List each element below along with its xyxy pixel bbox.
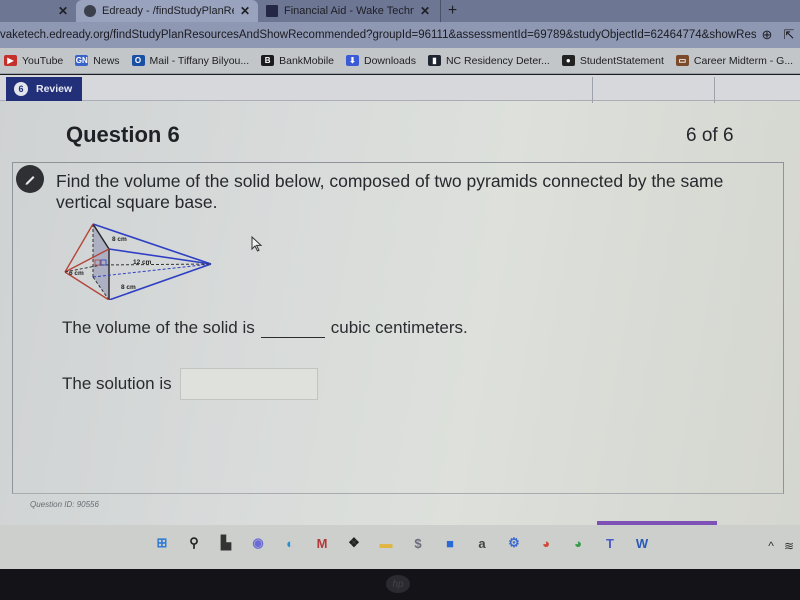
right-pyramid-edges — [92, 223, 212, 300]
bookmark-item[interactable]: GN News — [75, 54, 120, 67]
small-app-icon[interactable]: a — [472, 533, 492, 553]
word-icon[interactable]: W — [632, 533, 652, 553]
system-tray: ^ ≋ — [768, 539, 794, 553]
label-side: 8 cm — [112, 236, 127, 243]
zoom-icon[interactable]: ⊕ — [756, 27, 778, 43]
question-prompt: Find the volume of the solid below, comp… — [56, 171, 724, 212]
question-title: Question 6 — [66, 122, 180, 147]
review-button[interactable]: 6 Review — [6, 77, 82, 101]
bookmark-item[interactable]: O Mail - Tiffany Bilyou... — [131, 54, 250, 67]
store-icon[interactable]: ■ — [440, 533, 460, 553]
review-bar-divider — [592, 77, 593, 103]
bookmark-item[interactable]: ▮ NC Residency Deter... — [427, 54, 550, 67]
teams-icon[interactable]: T — [600, 533, 620, 553]
close-tab-icon[interactable]: ✕ — [58, 4, 68, 18]
edge-icon[interactable]: ◐ — [280, 533, 300, 553]
globe-icon: ● — [561, 55, 575, 66]
dropbox-icon[interactable]: ❖ — [344, 533, 364, 553]
taskbar-icons: ⊞ ⚲ ▙ ◉ ◐ M ❖ ▬ $ ■ a ⚙ ◕ ◕ T W — [152, 533, 652, 553]
bookmark-item[interactable]: ▭ Career Midterm - G... — [675, 54, 794, 67]
mcafee-icon[interactable]: M — [312, 533, 332, 553]
label-right-length: 12 cm — [133, 259, 152, 266]
bankmobile-icon: B — [261, 55, 275, 66]
review-number: 6 — [14, 82, 28, 96]
bookmark-label: BankMobile — [279, 54, 334, 67]
doc-icon: ▭ — [675, 55, 689, 66]
question-id: Question ID: 90556 — [30, 500, 99, 509]
news-icon: GN — [75, 55, 89, 66]
edready-icon — [84, 5, 96, 17]
tab-financial-aid[interactable]: Financial Aid - Wake Technical Cc ✕ — [258, 0, 438, 22]
close-tab-icon[interactable]: ✕ — [420, 4, 430, 18]
bookmark-icon: ▮ — [427, 55, 441, 66]
bookmark-label: StudentStatement — [579, 54, 664, 67]
wifi-icon[interactable]: ≋ — [784, 539, 794, 553]
address-bar[interactable]: vaketech.edready.org/findStudyPlanResour… — [0, 22, 800, 48]
solution-label: The solution is — [62, 374, 172, 393]
outlook-icon: O — [131, 55, 145, 66]
page-content: 6 Review Question 6 6 of 6 Find the volu… — [0, 75, 800, 541]
settings-icon[interactable]: ⚙ — [504, 533, 524, 553]
bookmark-label: YouTube — [22, 54, 64, 67]
review-bar-divider — [714, 77, 715, 103]
chrome-icon[interactable]: ◕ — [568, 533, 588, 553]
answer-blank — [260, 318, 325, 338]
question-counter: 6 of 6 — [686, 125, 734, 146]
tray-chevron-icon[interactable]: ^ — [768, 539, 774, 553]
hp-logo: hp — [386, 575, 410, 593]
tab-title: Financial Aid - Wake Technical Cc — [284, 5, 414, 17]
mouse-cursor-icon — [251, 236, 263, 252]
label-left-length: 6 cm — [69, 270, 84, 277]
wake-tech-icon — [266, 5, 278, 17]
bookmark-item[interactable]: ▶ YouTube — [4, 55, 63, 67]
teams-chat-icon[interactable]: ◉ — [248, 533, 268, 553]
label-height: 8 cm — [121, 284, 136, 291]
tab-edready[interactable]: Edready - /findStudyPlanResourc ✕ — [76, 0, 258, 22]
bookmark-label: Mail - Tiffany Bilyou... — [149, 54, 250, 67]
answer-sentence: The volume of the solid is cubic centime… — [62, 318, 468, 338]
search-icon[interactable]: ⚲ — [184, 533, 204, 553]
right-height-line — [100, 263, 212, 266]
new-tab-button[interactable]: + — [440, 0, 464, 22]
url-text[interactable]: vaketech.edready.org/findStudyPlanResour… — [0, 29, 756, 41]
close-tab-icon[interactable]: ✕ — [240, 4, 250, 18]
file-explorer-icon[interactable]: ▬ — [376, 533, 396, 553]
double-pyramid-figure: 8 cm 12 cm 6 cm 8 cm — [64, 223, 212, 300]
windows-start-icon[interactable]: ⊞ — [152, 533, 172, 553]
bookmarks-bar: ▶ YouTube GN News O Mail - Tiffany Bilyou... B… — [0, 48, 800, 74]
bookmark-label: Career Midterm - G... — [693, 54, 794, 67]
app-icon[interactable]: $ — [408, 533, 428, 553]
bookmark-label: Downloads — [364, 54, 416, 67]
bookmark-item[interactable]: B BankMobile — [261, 55, 334, 67]
bookmark-label: NC Residency Deter... — [445, 54, 550, 67]
task-view-icon[interactable]: ▙ — [216, 533, 236, 553]
answer-suffix: cubic centimeters. — [330, 318, 468, 337]
answer-prefix: The volume of the solid is — [62, 318, 255, 337]
youtube-icon: ▶ — [4, 55, 17, 66]
share-icon[interactable]: ⇱ — [778, 27, 800, 43]
tab-title: Edready - /findStudyPlanResourc — [102, 5, 234, 17]
review-label: Review — [36, 83, 73, 95]
bookmark-item[interactable]: ● StudentStatement — [561, 54, 664, 67]
solution-input[interactable] — [179, 368, 318, 400]
review-bar: 6 Review — [0, 75, 800, 103]
chrome-profile-icon[interactable]: ◕ — [536, 533, 556, 553]
bookmark-item[interactable]: ⬇ Downloads — [346, 55, 416, 67]
browser-tab-strip: ✕ Edready - /findStudyPlanResourc ✕ Fina… — [0, 0, 800, 22]
windows-taskbar: ⊞ ⚲ ▙ ◉ ◐ M ❖ ▬ $ ■ a ⚙ ◕ ◕ T W ^ ≋ — [0, 525, 800, 569]
download-icon: ⬇ — [346, 55, 359, 66]
tab-previous[interactable]: ✕ — [0, 0, 76, 22]
solution-row: The solution is — [62, 368, 318, 400]
pencil-icon — [16, 165, 44, 193]
bookmark-label: News — [93, 54, 120, 67]
